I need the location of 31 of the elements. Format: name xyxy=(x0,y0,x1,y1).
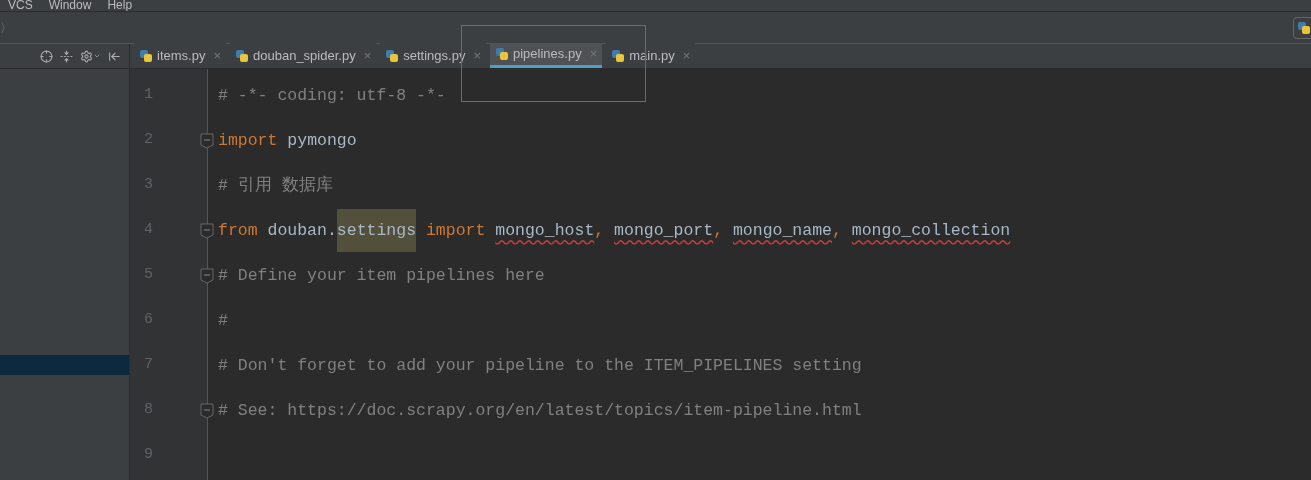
python-file-icon xyxy=(611,48,626,63)
breadcrumb-separator: 〉 xyxy=(0,19,12,37)
code-line: # See: https://doc.scrapy.org/en/latest/topics/item-pipeline.html xyxy=(218,400,862,422)
python-file-icon xyxy=(139,48,153,63)
fold-marker-icon[interactable] xyxy=(200,222,214,239)
hide-panel-icon[interactable] xyxy=(108,49,121,63)
settings-menu-icon[interactable] xyxy=(80,49,101,63)
tab-label: items.py xyxy=(157,46,206,65)
menu-item[interactable]: Window xyxy=(48,0,92,11)
code-line: # Don't forget to add your pipeline to the ITEM_PIPELINES setting xyxy=(218,355,862,377)
menu-item[interactable]: Help xyxy=(107,0,133,11)
fold-marker-icon[interactable] xyxy=(200,132,214,149)
code-line: # Define your item pipelines here xyxy=(218,265,545,287)
locate-icon[interactable] xyxy=(40,49,53,63)
editor-tab[interactable]: pipelines.py × xyxy=(490,43,603,68)
python-file-icon xyxy=(1297,20,1311,35)
menu-item[interactable]: VCS xyxy=(8,0,33,11)
python-file-icon xyxy=(495,47,509,61)
python-file-icon xyxy=(385,48,400,63)
run-config-button[interactable] xyxy=(1293,16,1311,39)
tab-label: pipelines.py xyxy=(513,45,582,64)
collapse-icon[interactable] xyxy=(60,49,73,63)
code-line: # 引用 数据库 xyxy=(218,174,333,197)
code-line: import pymongo xyxy=(218,130,357,152)
code-line: # xyxy=(218,310,228,332)
fold-marker-icon[interactable] xyxy=(200,267,214,284)
python-file-icon xyxy=(235,48,249,63)
code-line: from douban.settings import mongo_host, mongo_port, mongo_name, mongo_collection xyxy=(218,209,1011,252)
code-line: # -*- coding: utf-8 -*- xyxy=(218,85,446,107)
tab-label: douban_spider.py xyxy=(253,46,356,65)
fold-marker-icon[interactable] xyxy=(200,402,214,419)
